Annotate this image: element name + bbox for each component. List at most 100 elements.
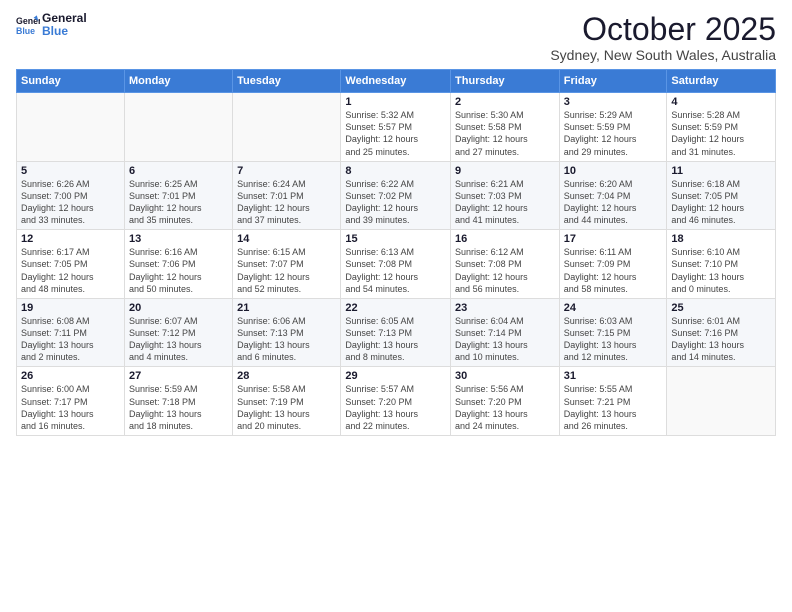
calendar-header-row: SundayMondayTuesdayWednesdayThursdayFrid… (17, 70, 776, 93)
day-info: Sunrise: 6:25 AM Sunset: 7:01 PM Dayligh… (129, 178, 228, 227)
day-info: Sunrise: 6:17 AM Sunset: 7:05 PM Dayligh… (21, 246, 120, 295)
day-info: Sunrise: 6:06 AM Sunset: 7:13 PM Dayligh… (237, 315, 336, 364)
calendar-week-4: 19Sunrise: 6:08 AM Sunset: 7:11 PM Dayli… (17, 298, 776, 367)
title-block: October 2025 Sydney, New South Wales, Au… (550, 12, 776, 63)
calendar-cell (17, 93, 125, 162)
calendar-cell: 16Sunrise: 6:12 AM Sunset: 7:08 PM Dayli… (451, 230, 560, 299)
calendar-cell (124, 93, 232, 162)
day-number: 20 (129, 302, 228, 314)
calendar-week-5: 26Sunrise: 6:00 AM Sunset: 7:17 PM Dayli… (17, 367, 776, 436)
day-number: 7 (237, 165, 336, 177)
calendar-cell: 1Sunrise: 5:32 AM Sunset: 5:57 PM Daylig… (341, 93, 451, 162)
day-number: 1 (345, 96, 446, 108)
day-info: Sunrise: 6:26 AM Sunset: 7:00 PM Dayligh… (21, 178, 120, 227)
calendar-cell: 7Sunrise: 6:24 AM Sunset: 7:01 PM Daylig… (233, 161, 341, 230)
calendar-cell: 18Sunrise: 6:10 AM Sunset: 7:10 PM Dayli… (667, 230, 776, 299)
day-number: 10 (564, 165, 663, 177)
day-number: 31 (564, 370, 663, 382)
day-number: 29 (345, 370, 446, 382)
day-info: Sunrise: 5:57 AM Sunset: 7:20 PM Dayligh… (345, 383, 446, 432)
day-info: Sunrise: 5:59 AM Sunset: 7:18 PM Dayligh… (129, 383, 228, 432)
day-number: 13 (129, 233, 228, 245)
calendar-header-saturday: Saturday (667, 70, 776, 93)
calendar-header-thursday: Thursday (451, 70, 560, 93)
day-number: 3 (564, 96, 663, 108)
calendar-cell: 24Sunrise: 6:03 AM Sunset: 7:15 PM Dayli… (559, 298, 667, 367)
day-info: Sunrise: 6:16 AM Sunset: 7:06 PM Dayligh… (129, 246, 228, 295)
day-info: Sunrise: 6:03 AM Sunset: 7:15 PM Dayligh… (564, 315, 663, 364)
day-number: 5 (21, 165, 120, 177)
calendar-cell: 31Sunrise: 5:55 AM Sunset: 7:21 PM Dayli… (559, 367, 667, 436)
day-number: 8 (345, 165, 446, 177)
day-info: Sunrise: 6:21 AM Sunset: 7:03 PM Dayligh… (455, 178, 555, 227)
calendar-cell: 25Sunrise: 6:01 AM Sunset: 7:16 PM Dayli… (667, 298, 776, 367)
calendar-cell: 17Sunrise: 6:11 AM Sunset: 7:09 PM Dayli… (559, 230, 667, 299)
calendar-cell: 10Sunrise: 6:20 AM Sunset: 7:04 PM Dayli… (559, 161, 667, 230)
day-number: 15 (345, 233, 446, 245)
day-number: 18 (671, 233, 771, 245)
calendar-cell: 29Sunrise: 5:57 AM Sunset: 7:20 PM Dayli… (341, 367, 451, 436)
calendar-header-monday: Monday (124, 70, 232, 93)
calendar-week-2: 5Sunrise: 6:26 AM Sunset: 7:00 PM Daylig… (17, 161, 776, 230)
day-info: Sunrise: 5:56 AM Sunset: 7:20 PM Dayligh… (455, 383, 555, 432)
header: General Blue General Blue October 2025 S… (16, 12, 776, 63)
day-number: 14 (237, 233, 336, 245)
calendar-cell: 4Sunrise: 5:28 AM Sunset: 5:59 PM Daylig… (667, 93, 776, 162)
day-info: Sunrise: 6:04 AM Sunset: 7:14 PM Dayligh… (455, 315, 555, 364)
day-info: Sunrise: 6:13 AM Sunset: 7:08 PM Dayligh… (345, 246, 446, 295)
calendar-cell: 27Sunrise: 5:59 AM Sunset: 7:18 PM Dayli… (124, 367, 232, 436)
calendar-cell: 6Sunrise: 6:25 AM Sunset: 7:01 PM Daylig… (124, 161, 232, 230)
day-info: Sunrise: 6:07 AM Sunset: 7:12 PM Dayligh… (129, 315, 228, 364)
day-info: Sunrise: 6:05 AM Sunset: 7:13 PM Dayligh… (345, 315, 446, 364)
day-number: 6 (129, 165, 228, 177)
calendar-cell: 20Sunrise: 6:07 AM Sunset: 7:12 PM Dayli… (124, 298, 232, 367)
logo-line2: Blue (42, 25, 87, 38)
day-number: 22 (345, 302, 446, 314)
calendar-cell: 3Sunrise: 5:29 AM Sunset: 5:59 PM Daylig… (559, 93, 667, 162)
day-info: Sunrise: 6:20 AM Sunset: 7:04 PM Dayligh… (564, 178, 663, 227)
calendar-week-3: 12Sunrise: 6:17 AM Sunset: 7:05 PM Dayli… (17, 230, 776, 299)
calendar-cell: 12Sunrise: 6:17 AM Sunset: 7:05 PM Dayli… (17, 230, 125, 299)
subtitle: Sydney, New South Wales, Australia (550, 47, 776, 63)
day-info: Sunrise: 6:08 AM Sunset: 7:11 PM Dayligh… (21, 315, 120, 364)
day-number: 27 (129, 370, 228, 382)
day-info: Sunrise: 5:58 AM Sunset: 7:19 PM Dayligh… (237, 383, 336, 432)
day-number: 17 (564, 233, 663, 245)
day-number: 23 (455, 302, 555, 314)
day-info: Sunrise: 5:32 AM Sunset: 5:57 PM Dayligh… (345, 109, 446, 158)
day-info: Sunrise: 5:29 AM Sunset: 5:59 PM Dayligh… (564, 109, 663, 158)
day-info: Sunrise: 6:00 AM Sunset: 7:17 PM Dayligh… (21, 383, 120, 432)
day-number: 24 (564, 302, 663, 314)
calendar-week-1: 1Sunrise: 5:32 AM Sunset: 5:57 PM Daylig… (17, 93, 776, 162)
day-number: 19 (21, 302, 120, 314)
calendar-cell: 23Sunrise: 6:04 AM Sunset: 7:14 PM Dayli… (451, 298, 560, 367)
calendar-cell: 15Sunrise: 6:13 AM Sunset: 7:08 PM Dayli… (341, 230, 451, 299)
calendar-cell: 5Sunrise: 6:26 AM Sunset: 7:00 PM Daylig… (17, 161, 125, 230)
day-info: Sunrise: 5:30 AM Sunset: 5:58 PM Dayligh… (455, 109, 555, 158)
calendar-header-tuesday: Tuesday (233, 70, 341, 93)
day-number: 26 (21, 370, 120, 382)
day-info: Sunrise: 6:22 AM Sunset: 7:02 PM Dayligh… (345, 178, 446, 227)
calendar-cell (233, 93, 341, 162)
calendar-cell: 11Sunrise: 6:18 AM Sunset: 7:05 PM Dayli… (667, 161, 776, 230)
day-number: 25 (671, 302, 771, 314)
calendar: SundayMondayTuesdayWednesdayThursdayFrid… (16, 69, 776, 436)
day-number: 9 (455, 165, 555, 177)
day-number: 11 (671, 165, 771, 177)
calendar-cell: 21Sunrise: 6:06 AM Sunset: 7:13 PM Dayli… (233, 298, 341, 367)
calendar-cell: 26Sunrise: 6:00 AM Sunset: 7:17 PM Dayli… (17, 367, 125, 436)
day-number: 2 (455, 96, 555, 108)
logo-icon: General Blue (16, 13, 40, 37)
day-number: 16 (455, 233, 555, 245)
day-info: Sunrise: 5:28 AM Sunset: 5:59 PM Dayligh… (671, 109, 771, 158)
day-info: Sunrise: 6:12 AM Sunset: 7:08 PM Dayligh… (455, 246, 555, 295)
calendar-header-sunday: Sunday (17, 70, 125, 93)
day-number: 4 (671, 96, 771, 108)
day-info: Sunrise: 6:18 AM Sunset: 7:05 PM Dayligh… (671, 178, 771, 227)
day-number: 28 (237, 370, 336, 382)
day-info: Sunrise: 6:15 AM Sunset: 7:07 PM Dayligh… (237, 246, 336, 295)
calendar-cell: 22Sunrise: 6:05 AM Sunset: 7:13 PM Dayli… (341, 298, 451, 367)
calendar-header-friday: Friday (559, 70, 667, 93)
day-number: 30 (455, 370, 555, 382)
logo: General Blue General Blue (16, 12, 87, 38)
